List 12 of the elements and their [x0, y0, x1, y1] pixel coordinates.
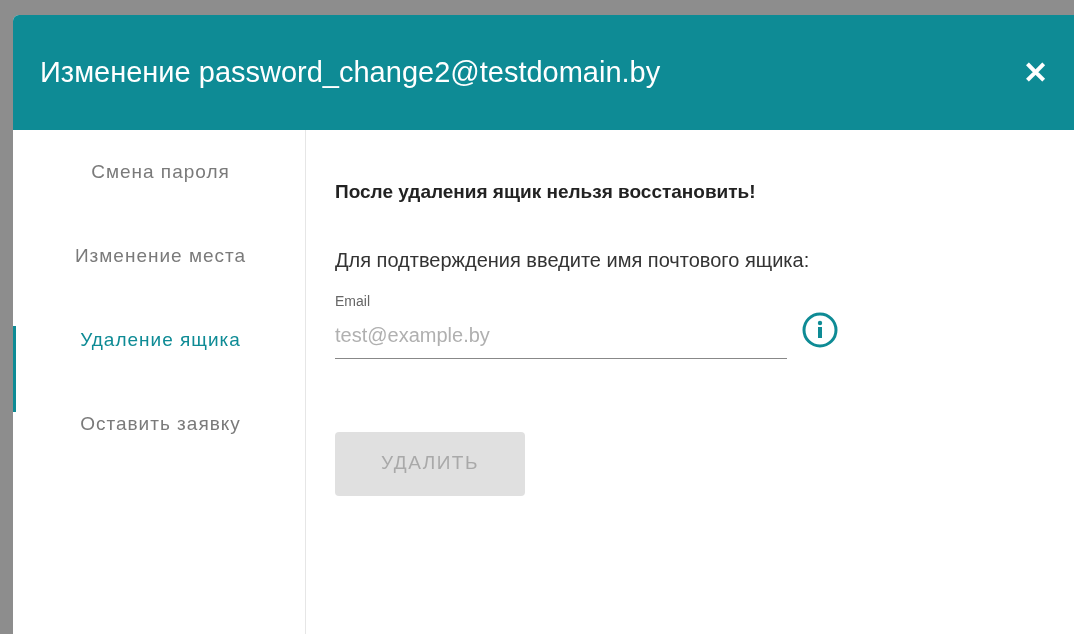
- sidebar-tab[interactable]: Изменение места: [13, 242, 305, 328]
- sidebar-tab[interactable]: Удаление ящика: [13, 326, 305, 412]
- info-icon[interactable]: [801, 310, 839, 349]
- sidebar-tab[interactable]: Смена пароля: [13, 158, 305, 244]
- field-label: Email: [335, 291, 371, 311]
- email-input[interactable]: test@example.by: [335, 319, 787, 350]
- warning-text: После удаления ящик нельзя восстановить!: [335, 180, 757, 204]
- sidebar-tab[interactable]: Оставить заявку: [13, 410, 305, 496]
- email-field[interactable]: Email test@example.by: [335, 290, 787, 359]
- close-button[interactable]: ✕: [1023, 57, 1048, 88]
- prompt-text: Для подтверждения введите имя почтового ящика:: [335, 247, 811, 273]
- dialog-title: Изменение password_change2@testdomain.by: [40, 54, 661, 90]
